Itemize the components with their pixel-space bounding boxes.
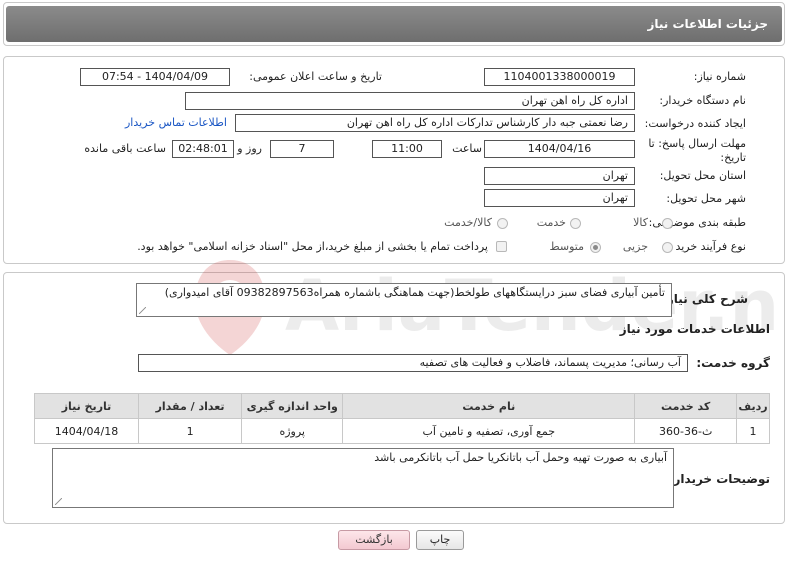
buyer-notes-label: توضیحات خریدار:: [668, 472, 770, 486]
remaining-time-field: 02:48:01: [172, 140, 234, 158]
days-field: 7: [270, 140, 334, 158]
buyer-org-field: اداره کل راه اهن تهران: [185, 92, 635, 110]
service-group-label: گروه خدمت:: [696, 356, 770, 370]
deadline-date-field: 1404/04/16: [484, 140, 635, 158]
category-goods-label: کالا: [633, 216, 648, 229]
creator-label: ایجاد کننده درخواست:: [644, 117, 746, 130]
cell-unit: پروژه: [241, 418, 344, 444]
summary-text: تأمین آبیاری فضای سبز درایستگاههای طولخط…: [164, 286, 665, 299]
resize-grip-icon[interactable]: [55, 498, 62, 505]
announce-label: تاریخ و ساعت اعلان عمومی:: [249, 70, 382, 83]
buyer-notes-text: آبیاری به صورت تهیه وحمل آب باتانکریا حم…: [374, 451, 667, 464]
deadline-time-field: 11:00: [372, 140, 442, 158]
col-unit: واحد اندازه گیری: [241, 393, 344, 419]
info-panel: [3, 56, 785, 264]
col-row: ردیف: [736, 393, 770, 419]
summary-textarea[interactable]: تأمین آبیاری فضای سبز درایستگاههای طولخط…: [136, 283, 672, 317]
resize-grip-icon[interactable]: [139, 307, 146, 314]
city-field: تهران: [484, 189, 635, 207]
services-table-header: ردیف کد خدمت نام خدمت واحد اندازه گیری ت…: [33, 393, 770, 419]
category-goods-service-label: کالا/خدمت: [444, 216, 492, 229]
days-label: روز و: [237, 142, 262, 155]
cell-quantity: 1: [138, 418, 243, 444]
buyer-notes-textarea[interactable]: آبیاری به صورت تهیه وحمل آب باتانکریا حم…: [52, 448, 674, 508]
services-table: ردیف کد خدمت نام خدمت واحد اندازه گیری ت…: [33, 393, 770, 444]
buyer-org-label: نام دستگاه خریدار:: [659, 94, 746, 107]
back-button[interactable]: بازگشت: [338, 530, 410, 550]
process-minor-radio[interactable]: [662, 242, 673, 253]
cell-service-name: جمع آوری، تصفیه و تامین آب: [342, 418, 636, 444]
buyer-contact-link[interactable]: اطلاعات تماس خریدار: [125, 116, 227, 129]
page-title: جزئیات اطلاعات نیاز: [6, 6, 782, 42]
deadline-date-label: تاریخ:: [720, 151, 746, 164]
creator-field: رضا نعمتی جبه دار کارشناس تدارکات اداره …: [235, 114, 635, 132]
treasury-payment-checkbox[interactable]: [496, 241, 507, 252]
service-group-field: آب رسانی؛ مدیریت پسماند، فاضلاب و فعالیت…: [138, 354, 688, 372]
process-minor-label: جزیی: [622, 240, 648, 253]
cell-service-code: ث-36-360: [634, 418, 738, 444]
province-field: تهران: [484, 167, 635, 185]
col-need-date: تاریخ نیاز: [33, 393, 140, 419]
need-number-label: شماره نیاز:: [693, 70, 746, 83]
category-service-radio[interactable]: [570, 218, 581, 229]
category-service-label: خدمت: [536, 216, 566, 229]
process-label: نوع فرآیند خرید :: [668, 240, 746, 253]
process-medium-radio[interactable]: [590, 242, 601, 253]
col-service-name: نام خدمت: [342, 393, 636, 419]
cell-need-date: 1404/04/18: [33, 418, 140, 444]
table-row[interactable]: 1 ث-36-360 جمع آوری، تصفیه و تامین آب پر…: [33, 418, 770, 444]
process-medium-label: متوسط: [549, 240, 584, 253]
city-label: شهر محل تحویل:: [666, 192, 746, 205]
deadline-label: مهلت ارسال پاسخ: تا: [648, 137, 746, 150]
cell-row: 1: [736, 418, 770, 444]
col-quantity: تعداد / مقدار: [138, 393, 243, 419]
col-service-code: کد خدمت: [634, 393, 738, 419]
category-goods-service-radio[interactable]: [497, 218, 508, 229]
province-label: استان محل تحویل:: [659, 169, 746, 182]
treasury-payment-note: پرداخت تمام یا بخشی از مبلغ خرید،از محل …: [137, 240, 488, 253]
time-label: ساعت: [452, 142, 482, 155]
announce-field: 1404/04/09 - 07:54: [80, 68, 230, 86]
summary-label: شرح کلی نیاز:: [662, 292, 748, 306]
services-section-title: اطلاعات خدمات مورد نیاز: [619, 322, 770, 336]
remaining-label: ساعت باقی مانده: [84, 142, 166, 155]
print-button[interactable]: چاپ: [416, 530, 464, 550]
category-goods-radio[interactable]: [662, 218, 673, 229]
need-number-field: 1104001338000019: [484, 68, 635, 86]
